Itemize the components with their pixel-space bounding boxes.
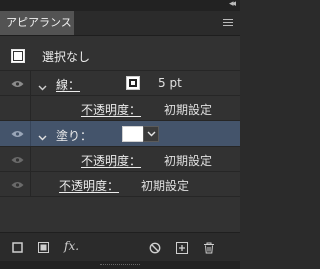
add-effect-icon[interactable]: fx. bbox=[64, 239, 79, 253]
panel-tab-row: アピアランス bbox=[0, 11, 240, 36]
stroke-opacity-label[interactable]: 不透明度： bbox=[81, 101, 141, 118]
fill-opacity-label[interactable]: 不透明度： bbox=[81, 152, 141, 169]
tab-appearance[interactable]: アピアランス bbox=[0, 11, 74, 35]
panel-resize-grip[interactable] bbox=[0, 261, 240, 269]
appearance-list: 選択なし 線： 5 pt 不透明度： 初期設定 塗り： 不透明度： 初期設定 不… bbox=[0, 36, 240, 232]
fill-opacity-row[interactable]: 不透明度： 初期設定 bbox=[0, 147, 240, 172]
fill-row[interactable]: 塗り： bbox=[0, 121, 240, 147]
add-new-stroke-icon[interactable] bbox=[12, 242, 23, 256]
panel-menu-icon[interactable] bbox=[223, 19, 233, 27]
visibility-eye-icon[interactable] bbox=[11, 80, 24, 88]
duplicate-item-icon[interactable] bbox=[176, 242, 188, 257]
delete-item-icon[interactable] bbox=[203, 242, 215, 257]
stroke-row[interactable]: 線： 5 pt bbox=[0, 71, 240, 96]
add-new-fill-icon[interactable] bbox=[38, 242, 49, 256]
chevron-down-icon[interactable] bbox=[38, 81, 47, 91]
chevron-down-icon bbox=[147, 131, 156, 137]
opacity-value: 初期設定 bbox=[141, 179, 190, 193]
panel-topbar: ◂◂ bbox=[0, 0, 240, 11]
opacity-row[interactable]: 不透明度： 初期設定 bbox=[0, 172, 240, 197]
fill-opacity-value: 初期設定 bbox=[164, 154, 213, 168]
stroke-label[interactable]: 線： bbox=[56, 76, 80, 93]
fill-color-dropdown[interactable] bbox=[143, 126, 159, 142]
stroke-color-swatch[interactable] bbox=[126, 76, 140, 90]
stroke-weight-value[interactable]: 5 pt bbox=[158, 76, 182, 90]
chevron-down-icon[interactable] bbox=[38, 131, 47, 141]
stroke-opacity-value: 初期設定 bbox=[164, 103, 213, 117]
path-thumbnail-icon bbox=[11, 49, 25, 63]
visibility-eye-icon[interactable] bbox=[11, 156, 24, 164]
stroke-opacity-row[interactable]: 不透明度： 初期設定 bbox=[0, 96, 240, 121]
fill-color-swatch[interactable] bbox=[122, 126, 144, 142]
clear-appearance-icon[interactable] bbox=[149, 242, 161, 257]
path-row[interactable]: 選択なし bbox=[0, 36, 240, 71]
visibility-eye-icon[interactable] bbox=[11, 130, 24, 138]
visibility-eye-icon[interactable] bbox=[11, 181, 24, 189]
opacity-label[interactable]: 不透明度： bbox=[59, 177, 119, 194]
path-label: 選択なし bbox=[42, 50, 91, 64]
fill-label[interactable]: 塗り： bbox=[56, 127, 92, 144]
panel-toolbar: fx. bbox=[0, 232, 240, 261]
collapse-panel-icon[interactable]: ◂◂ bbox=[229, 0, 236, 9]
